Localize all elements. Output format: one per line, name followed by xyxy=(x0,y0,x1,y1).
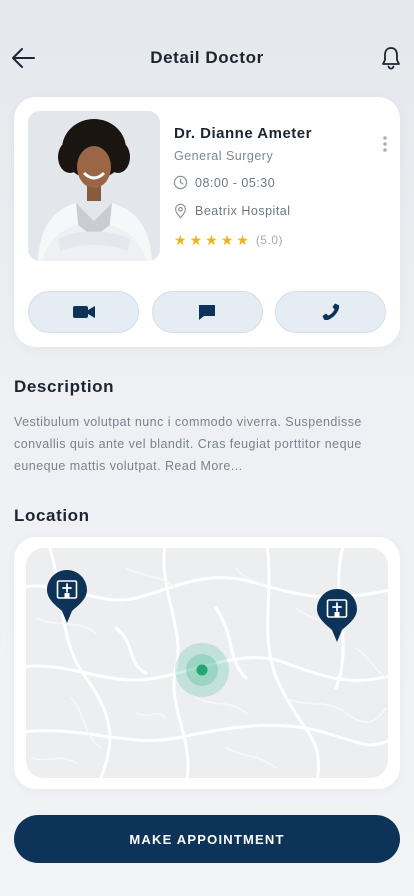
rating: ★ ★ ★ ★ ★ (5.0) xyxy=(174,233,283,247)
read-more-link[interactable]: Read More... xyxy=(165,459,243,473)
doctor-specialty: General Surgery xyxy=(174,149,274,163)
description-title: Description xyxy=(14,377,115,396)
location-pin-icon xyxy=(175,203,186,219)
star-icon: ★ xyxy=(236,232,249,248)
rating-value: (5.0) xyxy=(255,233,283,247)
location-card xyxy=(14,537,400,789)
map[interactable] xyxy=(26,548,388,778)
star-icon: ★ xyxy=(174,232,187,248)
phone-icon xyxy=(322,303,339,321)
star-icon: ★ xyxy=(220,232,234,248)
doctor-name: Dr. Dianne Ameter xyxy=(174,125,312,142)
hours-text: 08:00 - 05:30 xyxy=(195,175,276,190)
clock-icon xyxy=(173,175,188,190)
location-title: Location xyxy=(14,506,90,525)
hospital-pin-icon[interactable] xyxy=(46,569,88,625)
hospital-pin-icon[interactable] xyxy=(316,588,358,644)
contact-actions xyxy=(28,291,386,333)
working-hours: 08:00 - 05:30 xyxy=(173,175,275,190)
make-appointment-button[interactable]: MAKE APPOINTMENT xyxy=(14,815,400,863)
hospital-location: Beatrix Hospital xyxy=(173,203,291,219)
bell-icon[interactable] xyxy=(380,45,402,71)
page-title: Detail Doctor xyxy=(150,48,264,67)
video-call-button[interactable] xyxy=(28,291,139,333)
star-icon: ★ xyxy=(205,232,218,248)
star-icon: ★ xyxy=(189,232,203,248)
video-camera-icon xyxy=(72,306,95,318)
hospital-text: Beatrix Hospital xyxy=(195,204,291,218)
phone-call-button[interactable] xyxy=(275,291,386,333)
doctor-photo xyxy=(28,111,160,261)
chat-icon xyxy=(199,304,215,320)
description-text: Vestibulum volutpat nunc i commodo viver… xyxy=(14,411,402,477)
chat-button[interactable] xyxy=(151,291,263,333)
more-options-icon[interactable] xyxy=(382,135,388,153)
doctor-card: Dr. Dianne Ameter General Surgery 08:00 … xyxy=(14,97,400,347)
